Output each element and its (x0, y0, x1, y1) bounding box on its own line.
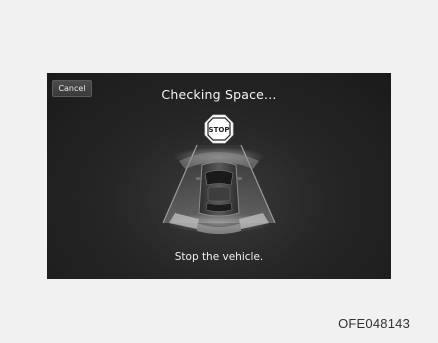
stop-sign-icon: STOP (204, 114, 234, 144)
figure-code: OFE048143 (338, 316, 410, 331)
parking-scene: STOP (162, 114, 276, 234)
car-top-view-icon (196, 161, 242, 217)
parking-assist-screen: Cancel Checking Space... STOP Stop the v… (47, 73, 391, 279)
stop-sign-label: STOP (209, 126, 230, 134)
instruction-message: Stop the vehicle. (174, 251, 264, 263)
